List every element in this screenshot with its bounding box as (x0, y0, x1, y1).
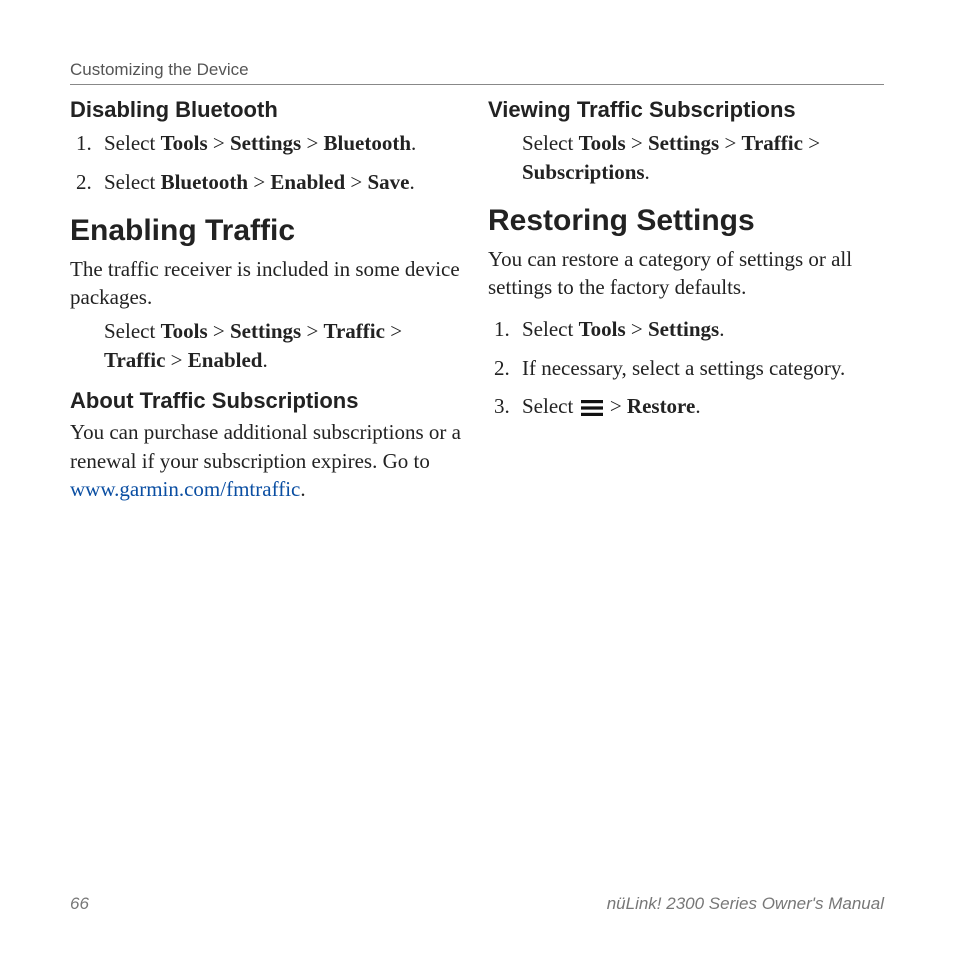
page: Customizing the Device Disabling Bluetoo… (0, 0, 954, 954)
heading-restoring-settings: Restoring Settings (488, 204, 884, 239)
right-column: Viewing Traffic Subscriptions Select Too… (488, 95, 884, 874)
steps-restore-settings: 1. Select Tools > Settings. 2. If necess… (488, 315, 884, 423)
step-text: Select (104, 170, 161, 194)
instruction: Select Tools > Settings > Traffic > Subs… (488, 129, 884, 186)
ui-term: Settings (230, 319, 301, 343)
step-text: > (626, 317, 648, 341)
ui-term: Tools (579, 317, 626, 341)
ui-term: Enabled (188, 348, 263, 372)
step-text: . (645, 160, 650, 184)
list-item: 2. If necessary, select a settings categ… (488, 354, 884, 382)
paragraph: You can purchase additional subscription… (70, 418, 466, 503)
heading-disabling-bluetooth: Disabling Bluetooth (70, 97, 466, 123)
list-item: 3. Select > Restore. (488, 392, 884, 423)
step-text: > (208, 131, 230, 155)
step-text: > (385, 319, 402, 343)
ui-term: Tools (579, 131, 626, 155)
ui-term: Tools (161, 319, 208, 343)
step-text: > (605, 394, 627, 418)
ui-term: Bluetooth (161, 170, 249, 194)
step-text: > (165, 348, 187, 372)
ui-term: Settings (648, 317, 719, 341)
heading-viewing-traffic-subscriptions: Viewing Traffic Subscriptions (488, 97, 884, 123)
list-item: 2. Select Bluetooth > Enabled > Save. (70, 168, 466, 196)
steps-disable-bluetooth: 1. Select Tools > Settings > Bluetooth. … (70, 129, 466, 196)
step-text: . (719, 317, 724, 341)
link-garmin-fmtraffic[interactable]: www.garmin.com/fmtraffic (70, 477, 300, 501)
paragraph-text: . (300, 477, 305, 501)
step-text: > (803, 131, 820, 155)
ui-term: Traffic (742, 131, 803, 155)
step-text: > (208, 319, 230, 343)
step-text: Select (522, 394, 579, 418)
ui-term: Enabled (270, 170, 345, 194)
breadcrumb: Customizing the Device (70, 60, 884, 85)
step-text: Select (104, 319, 161, 343)
step-number: 2. (76, 168, 92, 196)
step-text: > (345, 170, 367, 194)
step-text: Select (522, 131, 579, 155)
step-text: Select (104, 131, 161, 155)
footer: 66 nüLink! 2300 Series Owner's Manual (70, 874, 884, 914)
ui-term: Bluetooth (324, 131, 412, 155)
step-text: . (262, 348, 267, 372)
ui-term: Settings (230, 131, 301, 155)
paragraph: The traffic receiver is included in some… (70, 255, 466, 312)
ui-term: Traffic (324, 319, 385, 343)
paragraph-text: You can purchase additional subscription… (70, 420, 461, 472)
paragraph: You can restore a category of settings o… (488, 245, 884, 302)
heading-about-traffic-subscriptions: About Traffic Subscriptions (70, 388, 466, 414)
ui-term: Settings (648, 131, 719, 155)
ui-term: Traffic (104, 348, 165, 372)
step-text: > (626, 131, 648, 155)
heading-enabling-traffic: Enabling Traffic (70, 214, 466, 249)
step-text: > (301, 131, 323, 155)
step-number: 1. (76, 129, 92, 157)
step-text: > (719, 131, 741, 155)
manual-title: nüLink! 2300 Series Owner's Manual (607, 894, 884, 914)
step-text: If necessary, select a settings category… (522, 356, 845, 380)
step-number: 1. (494, 315, 510, 343)
instruction: Select Tools > Settings > Traffic > Traf… (70, 317, 466, 374)
step-number: 2. (494, 354, 510, 382)
ui-term: Restore (627, 394, 695, 418)
left-column: Disabling Bluetooth 1. Select Tools > Se… (70, 95, 466, 874)
step-text: . (695, 394, 700, 418)
step-text: > (301, 319, 323, 343)
step-text: . (409, 170, 414, 194)
columns: Disabling Bluetooth 1. Select Tools > Se… (70, 95, 884, 874)
step-text: Select (522, 317, 579, 341)
menu-icon (581, 395, 603, 423)
step-text: > (248, 170, 270, 194)
step-number: 3. (494, 392, 510, 420)
page-number: 66 (70, 894, 89, 914)
step-text: . (411, 131, 416, 155)
ui-term: Save (367, 170, 409, 194)
list-item: 1. Select Tools > Settings > Bluetooth. (70, 129, 466, 157)
ui-term: Subscriptions (522, 160, 645, 184)
list-item: 1. Select Tools > Settings. (488, 315, 884, 343)
ui-term: Tools (161, 131, 208, 155)
